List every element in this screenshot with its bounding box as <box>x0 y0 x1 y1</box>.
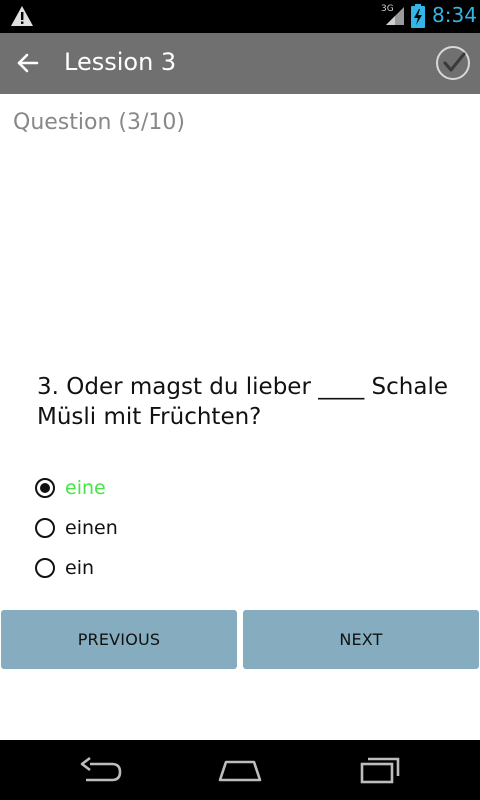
radio-button-wrapper <box>33 476 57 500</box>
answer-option-label: einen <box>65 517 118 539</box>
nav-back-icon[interactable] <box>76 754 124 786</box>
cell-signal-icon <box>386 7 404 25</box>
page-title: Lession 3 <box>64 48 177 76</box>
radio-button-icon[interactable] <box>35 518 55 538</box>
status-clock: 8:34 <box>432 3 477 27</box>
question-text: 3. Oder magst du lieber ____ Schale Müsl… <box>37 374 448 430</box>
previous-button[interactable]: PREVIOUS <box>1 610 237 669</box>
warning-triangle-icon <box>11 6 33 26</box>
back-button[interactable] <box>8 43 48 83</box>
status-bar: 3G 8:34 <box>0 0 480 33</box>
question-counter: Question (3/10) <box>13 110 185 135</box>
nav-recents-icon[interactable] <box>356 754 404 786</box>
answer-option-ein[interactable]: ein <box>33 548 118 588</box>
next-button[interactable]: NEXT <box>243 610 479 669</box>
system-nav-bar <box>0 740 480 800</box>
answer-option-einen[interactable]: einen <box>33 508 118 548</box>
check-button[interactable] <box>434 44 472 82</box>
check-circle-icon <box>436 46 470 80</box>
answer-option-eine[interactable]: eine <box>33 468 118 508</box>
action-bar: Lession 3 <box>0 33 480 94</box>
quiz-screen: 3G 8:34 Lession 3 Question (3/10) 3. Ode… <box>0 0 480 800</box>
arrow-left-icon <box>17 53 39 73</box>
answer-option-label: eine <box>65 477 106 499</box>
nav-home-icon[interactable] <box>216 754 264 786</box>
radio-button-wrapper <box>33 516 57 540</box>
answer-options: eine einen ein <box>33 468 118 588</box>
radio-button-selected-icon[interactable] <box>35 478 55 498</box>
radio-button-wrapper <box>33 556 57 580</box>
answer-option-label: ein <box>65 557 95 579</box>
battery-charging-icon <box>411 4 425 28</box>
radio-button-icon[interactable] <box>35 558 55 578</box>
